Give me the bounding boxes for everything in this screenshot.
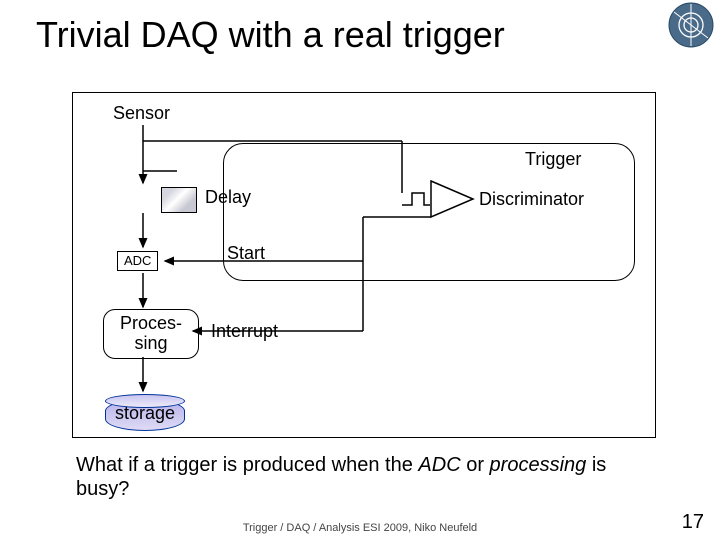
question-text: What if a trigger is produced when the A… [76, 454, 664, 501]
diagram-frame: Sensor Trigger Delay Discriminator ADC S… [72, 92, 656, 438]
question-adc: ADC [418, 454, 460, 476]
question-p1: What if a trigger is produced when the [76, 454, 418, 476]
page-number: 17 [682, 511, 704, 534]
slide-title: Trivial DAQ with a real trigger [36, 14, 505, 56]
slide: Trivial DAQ with a real trigger Sensor T… [0, 0, 720, 540]
cern-logo-icon [668, 2, 714, 48]
question-p3: or [461, 454, 490, 476]
footer-text: Trigger / DAQ / Analysis ESI 2009, Niko … [0, 522, 720, 534]
diagram-wires [73, 93, 655, 437]
question-processing: processing [490, 454, 587, 476]
